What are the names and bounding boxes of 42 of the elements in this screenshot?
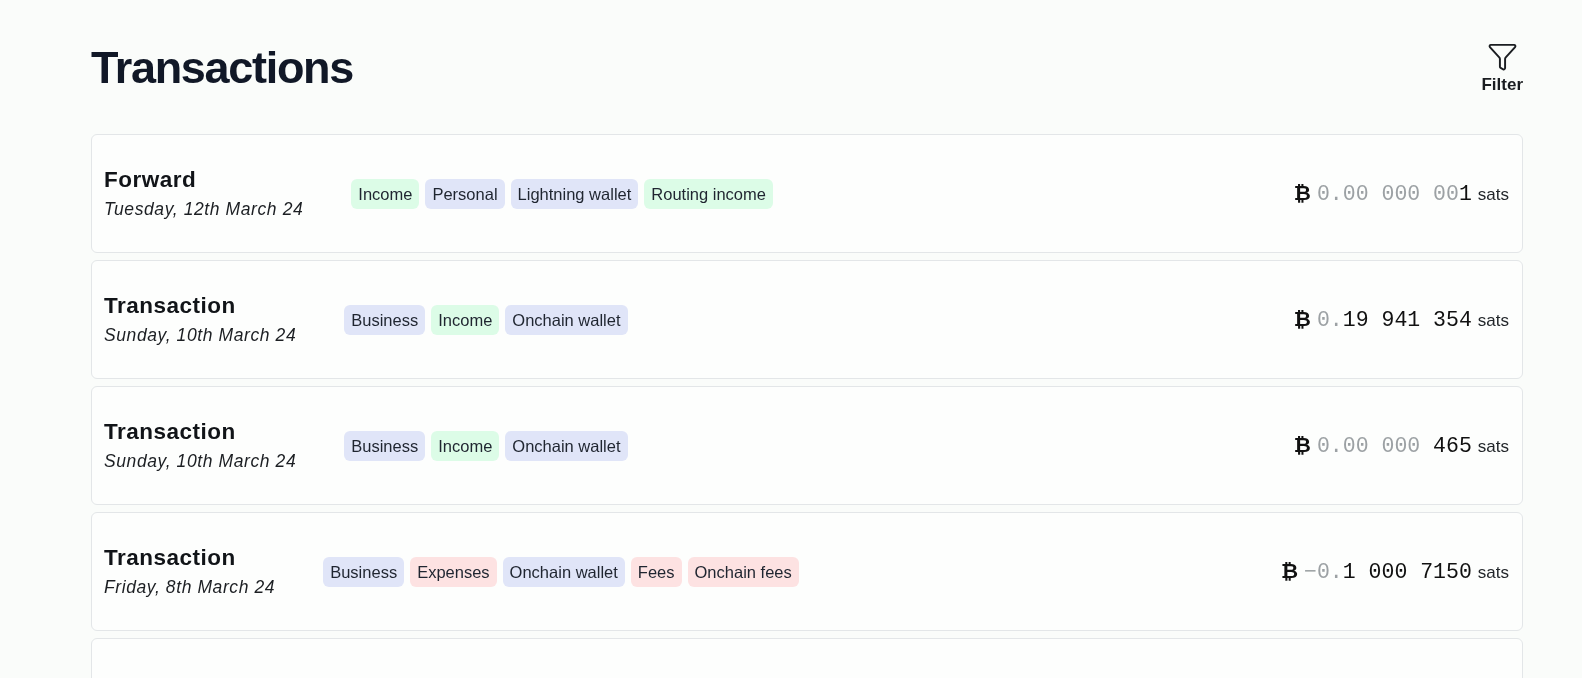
category-tag: Income bbox=[351, 178, 420, 209]
transaction-date: Friday, 8th March 24 bbox=[104, 576, 276, 599]
amount-value: 0.19 941 354 bbox=[1316, 308, 1472, 332]
bitcoin-symbol: ₿ bbox=[1280, 559, 1299, 583]
amount-value: −0.1 000 7150 bbox=[1304, 560, 1472, 584]
category-tag: Onchain fees bbox=[687, 556, 799, 587]
transaction-card[interactable]: Forward Tuesday, 12th March 24 Income Personal Lightning wallet Routing income ₿ 0.00 000 001 sats bbox=[91, 134, 1523, 253]
bitcoin-symbol: ₿ bbox=[1293, 433, 1311, 457]
unit-label: sats bbox=[1477, 311, 1509, 331]
page-title: Transactions bbox=[91, 41, 353, 95]
transaction-date: Sunday, 10th March 24 bbox=[104, 450, 297, 473]
transaction-date: Tuesday, 12th March 24 bbox=[104, 198, 304, 221]
transaction-title: Forward bbox=[104, 166, 198, 193]
category-tag: Business bbox=[344, 304, 426, 335]
bitcoin-symbol: ₿ bbox=[1293, 181, 1311, 205]
bitcoin-symbol: ₿ bbox=[1293, 307, 1311, 331]
unit-label: sats bbox=[1477, 563, 1509, 583]
transaction-card[interactable]: Transaction Friday, 8th March 24 Business Expenses Onchain wallet Fees Onchain fees ₿ −0.1 000 7150 sats bbox=[91, 512, 1523, 631]
amount-value: 0.00 000 465 bbox=[1316, 434, 1472, 458]
unit-label: sats bbox=[1477, 437, 1509, 457]
filter-button[interactable]: Filter bbox=[1481, 41, 1523, 95]
category-tag: Income bbox=[431, 304, 500, 335]
category-tag: Lightning wallet bbox=[510, 178, 639, 209]
transaction-title: Transaction bbox=[104, 418, 237, 445]
unit-label: sats bbox=[1477, 185, 1509, 205]
category-tag: Income bbox=[431, 430, 500, 461]
category-tag: Onchain wallet bbox=[502, 556, 625, 587]
category-tag: Fees bbox=[630, 556, 682, 587]
category-tag: Onchain wallet bbox=[505, 430, 628, 461]
category-tag: Business bbox=[344, 430, 426, 461]
category-tag: Onchain wallet bbox=[505, 304, 628, 335]
transaction-title: Transaction bbox=[104, 544, 237, 571]
category-tag: Business bbox=[323, 556, 405, 587]
category-tag: Expenses bbox=[410, 556, 497, 587]
transaction-card[interactable]: Transaction Sunday, 10th March 24 Business Income Onchain wallet ₿ 0.19 941 354 sats bbox=[91, 260, 1523, 379]
transaction-title: Transaction bbox=[104, 292, 237, 319]
category-tag: Routing income bbox=[644, 178, 773, 209]
amount-value: 0.00 000 001 bbox=[1316, 182, 1472, 206]
transaction-date: Sunday, 10th March 24 bbox=[104, 324, 297, 347]
filter-icon bbox=[1486, 41, 1518, 72]
transaction-card[interactable]: Transaction Sunday, 10th March 24 Business Income Onchain wallet ₿ 0.00 000 465 sats bbox=[91, 386, 1523, 505]
category-tag: Personal bbox=[425, 178, 505, 209]
